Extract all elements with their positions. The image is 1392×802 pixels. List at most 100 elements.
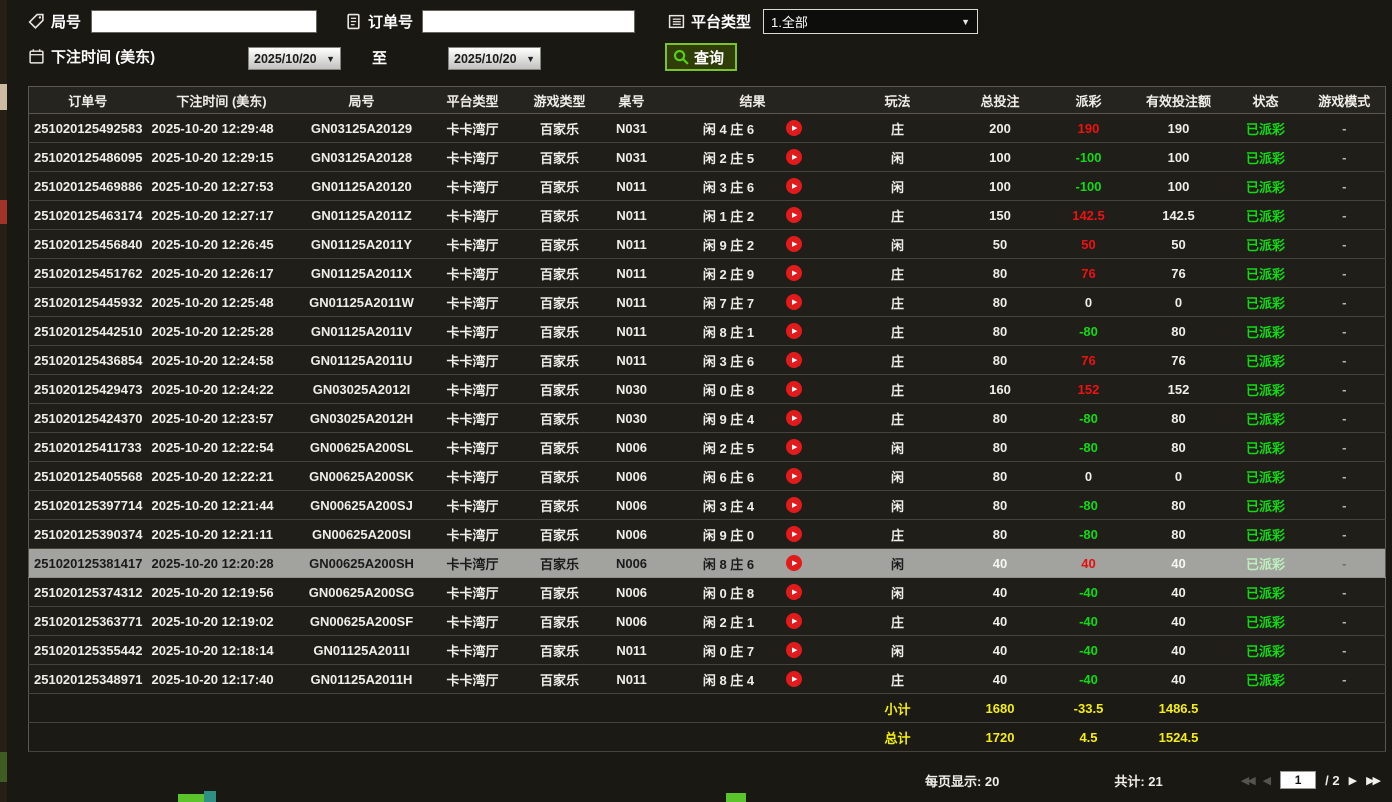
cell-payout: -80 — [1047, 316, 1130, 346]
cell-table_no: N031 — [600, 113, 663, 143]
cell-time: 2025-10-20 12:24:22 — [146, 374, 297, 404]
cell-total: 80 — [952, 345, 1048, 375]
play-video-icon[interactable]: ▶ — [786, 381, 803, 397]
table-row[interactable]: 251020125429473 2025-10-20 12:24:22 GN0302… — [28, 374, 1386, 404]
cell-play: 闲 — [842, 461, 953, 491]
table-row[interactable]: 251020125492583 2025-10-20 12:29:48 GN0312… — [28, 113, 1386, 143]
play-video-icon[interactable]: ▶ — [786, 323, 803, 339]
cell-mode: - — [1303, 374, 1386, 404]
play-video-icon[interactable]: ▶ — [786, 671, 803, 687]
table-row[interactable]: 251020125442510 2025-10-20 12:25:28 GN0112… — [28, 316, 1386, 346]
play-video-icon[interactable]: ▶ — [786, 265, 803, 281]
query-button[interactable]: 查询 — [665, 43, 738, 71]
cell-mode: - — [1303, 635, 1386, 665]
cell-time: 2025-10-20 12:18:14 — [146, 635, 297, 665]
table-row[interactable]: 251020125456840 2025-10-20 12:26:45 GN0112… — [28, 229, 1386, 259]
cell-type: 百家乐 — [518, 635, 601, 665]
next-page-button[interactable]: ▶ — [1349, 774, 1357, 787]
table-row[interactable]: 251020125436854 2025-10-20 12:24:58 GN0112… — [28, 345, 1386, 375]
date-from-picker[interactable]: 2025/10/20 ▼ — [248, 47, 341, 70]
background-artifact — [726, 793, 746, 802]
cell-mode: - — [1303, 577, 1386, 607]
table-row[interactable]: 251020125463174 2025-10-20 12:27:17 GN0112… — [28, 200, 1386, 230]
play-video-icon[interactable]: ▶ — [786, 120, 803, 136]
page-number-input[interactable] — [1280, 771, 1317, 789]
table-row[interactable]: 251020125374312 2025-10-20 12:19:56 GN0062… — [28, 577, 1386, 607]
play-video-icon[interactable]: ▶ — [786, 642, 803, 658]
table-row[interactable]: 251020125355442 2025-10-20 12:18:14 GN0112… — [28, 635, 1386, 665]
chevron-down-icon: ▼ — [961, 16, 971, 27]
play-video-icon[interactable]: ▶ — [786, 497, 803, 513]
cell-valid: 76 — [1129, 258, 1228, 288]
cell-order: 251020125451762 — [28, 258, 147, 288]
cell-game: GN00625A200SI — [296, 519, 427, 549]
table-row[interactable]: 251020125405568 2025-10-20 12:22:21 GN0062… — [28, 461, 1386, 491]
play-video-icon[interactable]: ▶ — [786, 410, 803, 426]
cell-game: GN00625A200SL — [296, 432, 427, 462]
table-row[interactable]: 251020125469886 2025-10-20 12:27:53 GN0112… — [28, 171, 1386, 201]
cell-valid: 0 — [1129, 461, 1228, 491]
cell-table_no: N011 — [600, 664, 663, 694]
cell-type: 百家乐 — [518, 374, 601, 404]
cell-game: GN01125A2011W — [296, 287, 427, 317]
play-video-icon[interactable]: ▶ — [786, 439, 803, 455]
play-video-icon[interactable]: ▶ — [786, 555, 803, 571]
table-row[interactable]: 251020125424370 2025-10-20 12:23:57 GN0302… — [28, 403, 1386, 433]
cell-time: 2025-10-20 12:21:11 — [146, 519, 297, 549]
table-row[interactable]: 251020125381417 2025-10-20 12:20:28 GN0062… — [28, 548, 1386, 578]
column-header: 平台类型 — [426, 86, 519, 114]
cell-valid: 100 — [1129, 142, 1228, 172]
cell-time: 2025-10-20 12:19:02 — [146, 606, 297, 636]
table-row[interactable]: 251020125390374 2025-10-20 12:21:11 GN0062… — [28, 519, 1386, 549]
play-video-icon[interactable]: ▶ — [786, 526, 803, 542]
cell-total: 40 — [952, 577, 1048, 607]
cell-type: 百家乐 — [518, 171, 601, 201]
play-video-icon[interactable]: ▶ — [786, 613, 803, 629]
result-text: 闲 2 庄 5 — [702, 440, 755, 456]
platform-select[interactable]: 1.全部 ▼ — [763, 9, 979, 34]
cell-order: 251020125445932 — [28, 287, 147, 317]
edge-artifact — [0, 752, 7, 782]
prev-page-button[interactable]: ◀ — [1263, 774, 1271, 787]
table-row[interactable]: 251020125445932 2025-10-20 12:25:48 GN0112… — [28, 287, 1386, 317]
table-row[interactable]: 251020125486095 2025-10-20 12:29:15 GN0312… — [28, 142, 1386, 172]
result-text: 闲 0 庄 8 — [702, 585, 755, 601]
cell-total: 80 — [952, 403, 1048, 433]
result-text: 闲 9 庄 2 — [702, 237, 755, 253]
play-video-icon[interactable]: ▶ — [786, 352, 803, 368]
play-video-icon[interactable]: ▶ — [786, 294, 803, 310]
table-row[interactable]: 251020125451762 2025-10-20 12:26:17 GN0112… — [28, 258, 1386, 288]
play-video-icon[interactable]: ▶ — [786, 584, 803, 600]
cell-status: 已派彩 — [1227, 316, 1304, 346]
order-no-input[interactable] — [422, 10, 636, 33]
play-video-icon[interactable]: ▶ — [786, 149, 803, 165]
cell-type: 百家乐 — [518, 432, 601, 462]
cell-time: 2025-10-20 12:29:48 — [146, 113, 297, 143]
cell-table_no: N006 — [600, 548, 663, 578]
cell-payout: -80 — [1047, 490, 1130, 520]
table-row[interactable]: 251020125348971 2025-10-20 12:17:40 GN0112… — [28, 664, 1386, 694]
result-text: 闲 8 庄 1 — [702, 324, 755, 340]
play-video-icon[interactable]: ▶ — [786, 236, 803, 252]
cell-platform: 卡卡湾厅 — [426, 635, 519, 665]
first-page-button[interactable]: ◀◀ — [1241, 774, 1256, 787]
game-no-input[interactable] — [91, 10, 318, 33]
play-video-icon[interactable]: ▶ — [786, 207, 803, 223]
play-video-icon[interactable]: ▶ — [786, 468, 803, 484]
cell-valid: 152 — [1129, 374, 1228, 404]
date-to-value: 2025/10/20 — [454, 51, 517, 66]
cell-status: 已派彩 — [1227, 403, 1304, 433]
cell-type: 百家乐 — [518, 142, 601, 172]
cell-order: 251020125374312 — [28, 577, 147, 607]
subtotal-valid-bet: 1486.5 — [1129, 693, 1228, 723]
cell-valid: 80 — [1129, 403, 1228, 433]
last-page-button[interactable]: ▶▶ — [1366, 774, 1381, 787]
date-to-picker[interactable]: 2025/10/20 ▼ — [448, 47, 541, 70]
cell-game: GN03125A20128 — [296, 142, 427, 172]
table-row[interactable]: 251020125411733 2025-10-20 12:22:54 GN0062… — [28, 432, 1386, 462]
cell-game: GN00625A200SG — [296, 577, 427, 607]
table-row[interactable]: 251020125363771 2025-10-20 12:19:02 GN0062… — [28, 606, 1386, 636]
cell-time: 2025-10-20 12:24:58 — [146, 345, 297, 375]
play-video-icon[interactable]: ▶ — [786, 178, 803, 194]
table-row[interactable]: 251020125397714 2025-10-20 12:21:44 GN0062… — [28, 490, 1386, 520]
